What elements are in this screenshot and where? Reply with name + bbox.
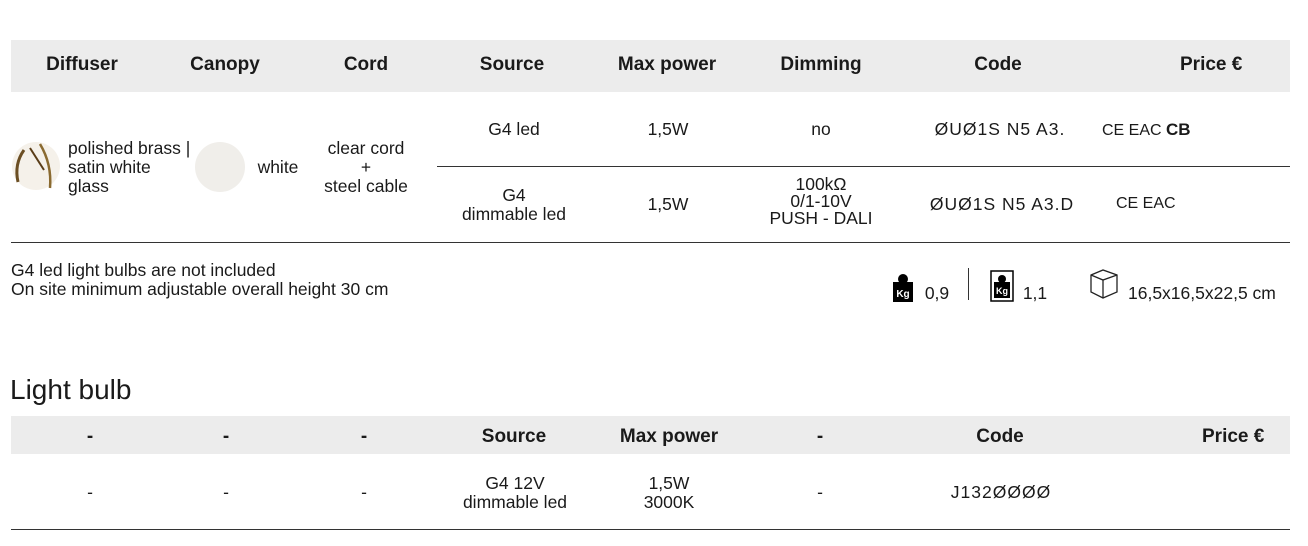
lb-header-price: Price €: [1202, 426, 1265, 447]
gross-weight-icon: Kg: [990, 270, 1014, 302]
lb-header-code: Code: [976, 426, 1024, 447]
row1-max-power: 1,5W: [647, 119, 689, 139]
lb-header-col1: -: [86, 426, 94, 447]
row1-certifications: CE EAC CB: [1102, 120, 1191, 139]
diffuser-label: polished brass | satin white glass: [68, 138, 191, 196]
svg-text:Kg: Kg: [996, 286, 1008, 296]
lb-row-col2: -: [223, 482, 229, 502]
weight-divider: [968, 268, 969, 300]
header-max-power: Max power: [617, 54, 717, 75]
lb-row-col3: -: [361, 482, 367, 502]
lb-row-code: J132ØØØØ: [950, 482, 1052, 502]
row1-code: ØUØ1S N5 A3.: [934, 119, 1066, 139]
header-code: Code: [974, 54, 1022, 75]
lb-header-col2: -: [222, 426, 230, 447]
lightbulb-bottom-rule: [11, 529, 1290, 530]
canopy-swatch: [195, 142, 245, 192]
lb-header-col3: -: [360, 426, 368, 447]
row2-source: G4 dimmable led: [461, 185, 567, 224]
row1-dimming: no: [811, 119, 831, 139]
row2-dimming: 100kΩ 0/1-10V PUSH - DALI: [769, 174, 873, 228]
lb-row-source: G4 12V dimmable led: [462, 473, 568, 512]
lb-row-max-power: 1,5W 3000K: [643, 473, 695, 512]
lb-header-max-power: Max power: [619, 426, 719, 447]
row1-source: G4 led: [488, 119, 540, 139]
section-title: Light bulb: [10, 374, 132, 405]
lb-header-dimming: -: [816, 426, 824, 447]
package-box-icon: [1087, 266, 1121, 300]
canopy-label: white: [257, 157, 299, 177]
gross-weight: 1,1: [1022, 283, 1048, 303]
package-size: 16,5x16,5x22,5 cm: [1128, 283, 1276, 303]
header-canopy: Canopy: [190, 54, 260, 75]
row2-max-power: 1,5W: [647, 194, 689, 214]
header-dimming: Dimming: [780, 54, 862, 75]
net-weight-icon: Kg: [892, 273, 914, 303]
header-price: Price €: [1180, 54, 1243, 75]
row-divider: [437, 166, 1290, 167]
svg-text:Kg: Kg: [896, 289, 909, 300]
diffuser-swatch: [10, 140, 62, 192]
header-source: Source: [479, 54, 545, 75]
net-weight: 0,9: [924, 283, 950, 303]
lb-header-source: Source: [481, 426, 547, 447]
row2-code: ØUØ1S N5 A3.D: [929, 194, 1075, 214]
row2-certifications: CE EAC: [1116, 195, 1176, 212]
header-cord: Cord: [343, 54, 389, 75]
lb-row-dimming: -: [817, 482, 823, 502]
cord-label: clear cord + steel cable: [324, 138, 408, 196]
notes: G4 led light bulbs are not included On s…: [11, 260, 389, 299]
table-bottom-rule: [11, 242, 1290, 243]
lb-row-col1: -: [87, 482, 93, 502]
header-diffuser: Diffuser: [46, 54, 118, 75]
